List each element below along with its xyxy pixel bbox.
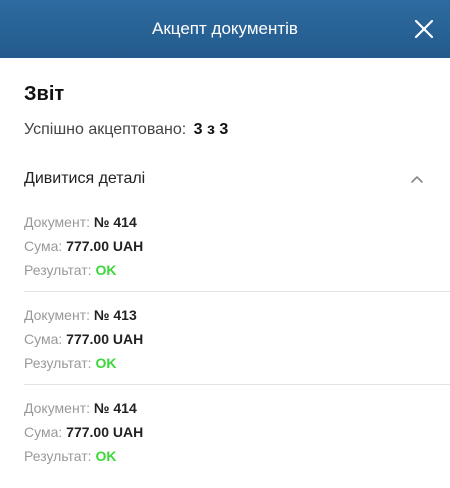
amount-value: 777.00 UAH	[66, 238, 144, 254]
amount-row: Сума: 777.00 UAH	[24, 420, 450, 444]
report-content: Звіт Успішно акцептовано: 3 з 3 Дивитися…	[0, 81, 450, 477]
amount-row: Сума: 777.00 UAH	[24, 234, 426, 258]
result-value: OK	[95, 262, 117, 278]
document-row: Документ: № 414	[24, 396, 450, 420]
details-toggle-label: Дивитися деталі	[24, 170, 146, 187]
document-label: Документ:	[24, 400, 90, 416]
document-item: Документ: № 413 Сума: 777.00 UAH Результ…	[24, 291, 450, 384]
amount-row: Сума: 777.00 UAH	[24, 327, 450, 351]
amount-label: Сума:	[24, 424, 63, 440]
acceptance-summary: Успішно акцептовано: 3 з 3	[24, 119, 426, 141]
close-icon	[414, 19, 434, 39]
document-number: № 414	[93, 214, 137, 230]
document-label: Документ:	[24, 214, 90, 230]
result-row: Результат: OK	[24, 444, 450, 468]
result-label: Результат:	[24, 448, 92, 464]
summary-label: Успішно акцептовано:	[24, 121, 187, 138]
document-list: Документ: № 414 Сума: 777.00 UAH Результ…	[24, 207, 450, 477]
document-label: Документ:	[24, 307, 90, 323]
amount-value: 777.00 UAH	[66, 331, 144, 347]
dialog-title: Акцепт документів	[152, 19, 298, 38]
document-number: № 413	[93, 307, 137, 323]
result-row: Результат: OK	[24, 351, 450, 375]
close-button[interactable]	[412, 17, 436, 41]
document-row: Документ: № 413	[24, 303, 450, 327]
result-value: OK	[95, 355, 117, 371]
document-row: Документ: № 414	[24, 210, 426, 234]
dialog-header: Акцепт документів	[0, 0, 450, 58]
details-toggle[interactable]: Дивитися деталі	[24, 168, 426, 190]
amount-label: Сума:	[24, 238, 63, 254]
document-item: Документ: № 414 Сума: 777.00 UAH Результ…	[24, 384, 450, 477]
result-label: Результат:	[24, 355, 92, 371]
document-number: № 414	[93, 400, 137, 416]
chevron-up-icon	[411, 176, 423, 183]
result-row: Результат: OK	[24, 258, 426, 282]
result-value: OK	[95, 448, 117, 464]
summary-count: 3 з 3	[193, 121, 229, 138]
report-title: Звіт	[24, 83, 65, 105]
amount-value: 777.00 UAH	[66, 424, 144, 440]
result-label: Результат:	[24, 262, 92, 278]
document-item: Документ: № 414 Сума: 777.00 UAH Результ…	[24, 207, 426, 291]
amount-label: Сума:	[24, 331, 63, 347]
